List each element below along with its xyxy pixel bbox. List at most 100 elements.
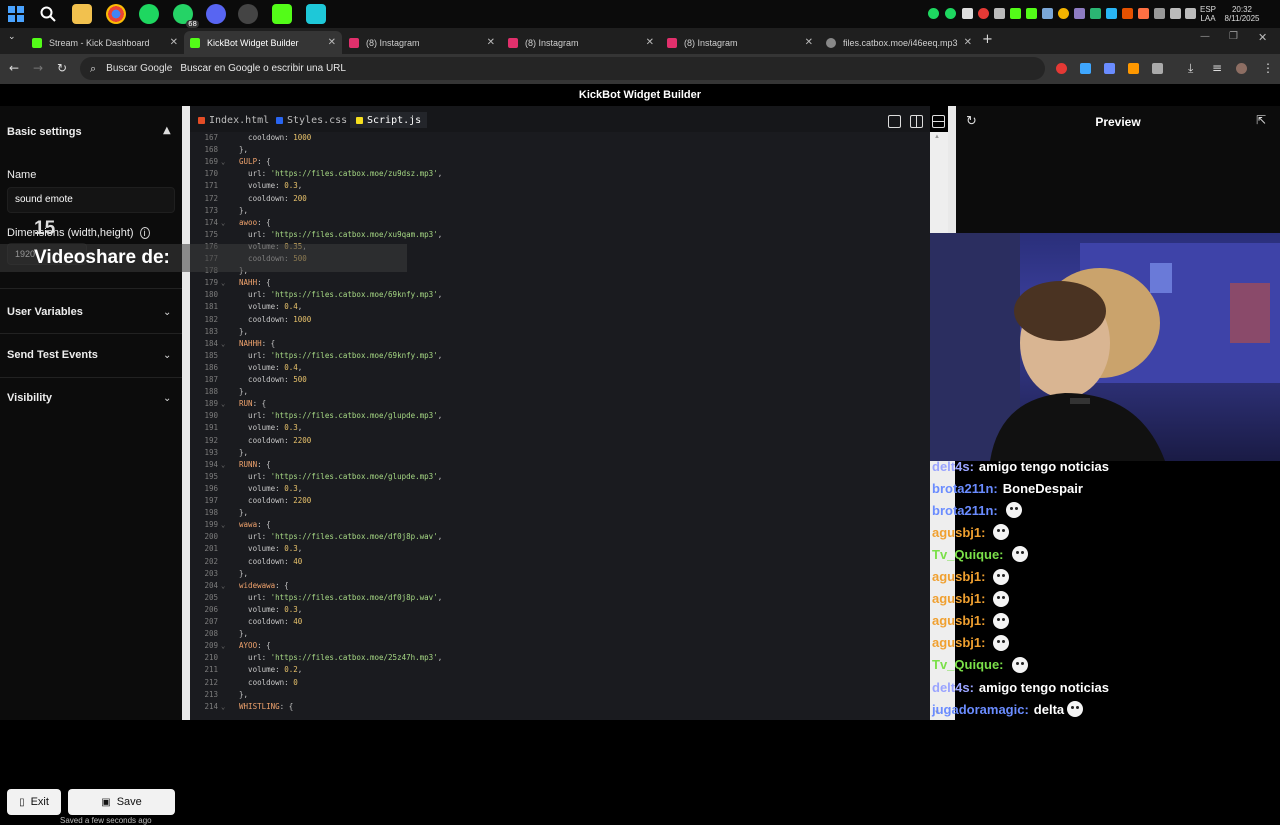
close-icon[interactable]: ✕: [646, 37, 654, 48]
clock[interactable]: 20:32 8/11/2025: [1220, 5, 1264, 23]
code-line[interactable]: 203 },: [190, 568, 930, 580]
code-line[interactable]: 189 ⌄ RUN: {: [190, 398, 930, 410]
name-input[interactable]: sound emote: [7, 187, 175, 213]
code-line[interactable]: 204 ⌄ widewawa: {: [190, 580, 930, 592]
fold-chevron-icon[interactable]: ⌄: [221, 217, 225, 229]
search-engine-chip[interactable]: Buscar Google: [106, 63, 172, 74]
tray-shield-icon[interactable]: [1090, 8, 1101, 19]
close-icon[interactable]: ✕: [328, 37, 336, 48]
code-line[interactable]: 187 cooldown: 500: [190, 374, 930, 386]
code-line[interactable]: 169 ⌄ GULP: {: [190, 156, 930, 168]
maximize-icon[interactable]: ❐: [1229, 31, 1238, 42]
microphone-icon[interactable]: [1170, 8, 1181, 19]
fold-chevron-icon[interactable]: ⌄: [221, 580, 225, 592]
code-line[interactable]: 198 },: [190, 507, 930, 519]
code-line[interactable]: 184 ⌄ NAHHH: {: [190, 338, 930, 350]
notepad-icon[interactable]: [306, 4, 326, 24]
fold-chevron-icon[interactable]: ⌄: [221, 398, 225, 410]
code-line[interactable]: 206 volume: 0.3,: [190, 604, 930, 616]
tab-catbox-file[interactable]: files.catbox.moe/i46eeq.mp3 ✕: [820, 31, 978, 54]
code-line[interactable]: 186 volume: 0.4,: [190, 362, 930, 374]
code-line[interactable]: 193 },: [190, 447, 930, 459]
code-line[interactable]: 180 url: 'https://files.catbox.moe/69knf…: [190, 289, 930, 301]
fold-chevron-icon[interactable]: ⌄: [221, 640, 225, 652]
fold-chevron-icon[interactable]: ⌄: [221, 701, 225, 713]
code-line[interactable]: 188 },: [190, 386, 930, 398]
code-line[interactable]: 201 volume: 0.3,: [190, 543, 930, 555]
close-icon[interactable]: ✕: [805, 37, 813, 48]
fold-chevron-icon[interactable]: ⌄: [221, 277, 225, 289]
new-tab-plus-icon[interactable]: +: [982, 32, 993, 47]
omnibox[interactable]: ⌕ Buscar Google Buscar en Google o escri…: [80, 57, 1045, 80]
tray-app2-icon[interactable]: [1106, 8, 1117, 19]
extension-translate-icon[interactable]: [1080, 63, 1091, 74]
code-line[interactable]: 213 },: [190, 689, 930, 701]
code-line[interactable]: 197 cooldown: 2200: [190, 495, 930, 507]
chevron-down-icon[interactable]: ⌄: [163, 307, 171, 318]
code-line[interactable]: 171 volume: 0.3,: [190, 180, 930, 192]
profile-avatar[interactable]: [1236, 63, 1247, 74]
single-pane-layout-icon[interactable]: [888, 115, 901, 128]
reload-icon[interactable]: ↻: [57, 61, 67, 75]
extensions-puzzle-icon[interactable]: [1152, 63, 1163, 74]
tray-app-icon[interactable]: [945, 8, 956, 19]
code-line[interactable]: 194 ⌄ RUNN: {: [190, 459, 930, 471]
code-line[interactable]: 173 },: [190, 205, 930, 217]
code-line[interactable]: 207 cooldown: 40: [190, 616, 930, 628]
code-line[interactable]: 209 ⌄ AYOO: {: [190, 640, 930, 652]
window-close-icon[interactable]: ✕: [1258, 31, 1267, 44]
user-variables-header[interactable]: User Variables: [7, 306, 83, 318]
panel-divider[interactable]: [948, 106, 956, 233]
code-line[interactable]: 182 cooldown: 1000: [190, 314, 930, 326]
code-line[interactable]: 205 url: 'https://files.catbox.moe/df0j8…: [190, 592, 930, 604]
scroll-up-arrow-icon[interactable]: ▲: [934, 134, 940, 140]
code-line[interactable]: 210 url: 'https://files.catbox.moe/25z47…: [190, 652, 930, 664]
chevron-down-icon[interactable]: ⌄: [163, 393, 171, 404]
minimize-icon[interactable]: —: [1200, 31, 1210, 42]
tray-app4-icon[interactable]: [1138, 8, 1149, 19]
tray-spotify-icon[interactable]: [928, 8, 939, 19]
tab-script-js[interactable]: Script.js: [350, 112, 428, 128]
code-line[interactable]: 181 volume: 0.4,: [190, 301, 930, 313]
fold-chevron-icon[interactable]: ⌄: [221, 519, 225, 531]
tab-search-chevron-icon[interactable]: ⌄: [8, 32, 16, 42]
file-explorer-icon[interactable]: [72, 4, 92, 24]
media-control-icon[interactable]: ≡: [1212, 61, 1222, 75]
tray-printer-icon[interactable]: [1154, 8, 1165, 19]
chevron-up-icon[interactable]: ▲: [163, 125, 171, 136]
forward-arrow-icon[interactable]: →: [33, 61, 43, 75]
tab-styles-css[interactable]: Styles.css: [276, 112, 347, 128]
close-icon[interactable]: ✕: [170, 37, 178, 48]
info-icon[interactable]: i: [139, 227, 150, 239]
tab-instagram-1[interactable]: (8) Instagram ✕: [343, 31, 501, 54]
chevron-down-icon[interactable]: ⌄: [163, 350, 171, 361]
split-vertical-layout-icon[interactable]: [910, 115, 923, 128]
code-line[interactable]: 179 ⌄ NAHH: {: [190, 277, 930, 289]
code-line[interactable]: 170 url: 'https://files.catbox.moe/zu9ds…: [190, 168, 930, 180]
code-line[interactable]: 202 cooldown: 40: [190, 556, 930, 568]
tray-discord-icon[interactable]: [962, 8, 973, 19]
exit-button[interactable]: ▯ Exit: [7, 789, 61, 815]
tab-kickbot-widget-builder[interactable]: KickBot Widget Builder ✕: [184, 31, 342, 54]
code-line[interactable]: 211 volume: 0.2,: [190, 664, 930, 676]
tray-kick-icon[interactable]: [1010, 8, 1021, 19]
code-line[interactable]: 175 url: 'https://files.catbox.moe/xu9qa…: [190, 229, 930, 241]
tab-instagram-3[interactable]: (8) Instagram ✕: [661, 31, 819, 54]
spotify-icon[interactable]: [139, 4, 159, 24]
code-line[interactable]: 192 cooldown: 2200: [190, 435, 930, 447]
fold-chevron-icon[interactable]: ⌄: [221, 459, 225, 471]
kebab-menu-icon[interactable]: ⋮: [1262, 61, 1274, 75]
windows-start-icon[interactable]: [6, 4, 26, 24]
code-line[interactable]: 214 ⌄ WHISTLING: {: [190, 701, 930, 713]
code-line[interactable]: 174 ⌄ awoo: {: [190, 217, 930, 229]
code-line[interactable]: 196 volume: 0.3,: [190, 483, 930, 495]
split-horizontal-layout-icon[interactable]: [932, 115, 945, 128]
language-indicator[interactable]: ESP LAA: [1198, 5, 1218, 23]
tray-chrome-icon[interactable]: [1058, 8, 1069, 19]
code-line[interactable]: 190 url: 'https://files.catbox.moe/glupd…: [190, 410, 930, 422]
code-line[interactable]: 195 url: 'https://files.catbox.moe/glupd…: [190, 471, 930, 483]
tab-index-html[interactable]: Index.html: [198, 112, 269, 128]
code-line[interactable]: 208 },: [190, 628, 930, 640]
code-line[interactable]: 199 ⌄ wawa: {: [190, 519, 930, 531]
open-external-icon[interactable]: ⇱: [1256, 113, 1266, 127]
